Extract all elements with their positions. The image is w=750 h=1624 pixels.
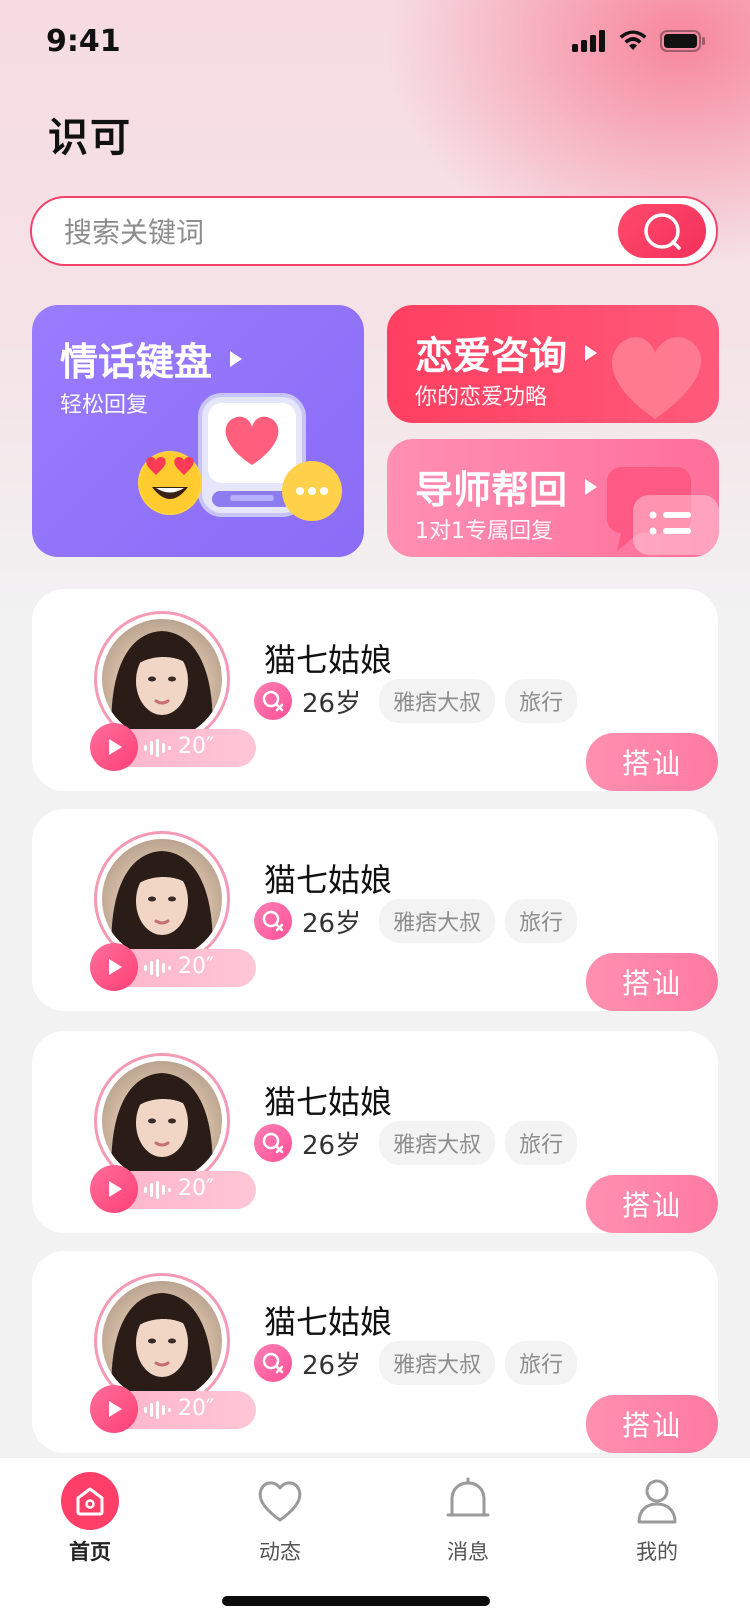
profile-name: 猫七姑娘 <box>264 641 393 679</box>
play-icon[interactable] <box>90 943 138 991</box>
profile-card[interactable]: 20″ 猫七姑娘 26岁 雅痞大叔 旅行 搭讪 <box>32 1031 718 1233</box>
love-consult-card[interactable]: 恋爱咨询 你的恋爱功略 <box>387 305 719 423</box>
voice-duration: 20″ <box>178 1176 215 1201</box>
tab-label: 首页 <box>69 1540 111 1564</box>
home-indicator[interactable] <box>222 1596 490 1606</box>
profile-name: 猫七姑娘 <box>264 861 393 899</box>
female-icon <box>254 902 292 940</box>
avatar-photo <box>102 1061 222 1181</box>
sound-wave-icon <box>144 959 171 977</box>
profile-meta: 26岁 雅痞大叔 旅行 <box>254 1121 578 1165</box>
page-title: 识可 <box>48 115 132 161</box>
sound-wave-icon <box>144 739 171 757</box>
female-icon <box>254 682 292 720</box>
play-icon[interactable] <box>90 723 138 771</box>
profile-tag: 旅行 <box>505 1121 578 1165</box>
card-title-text: 导师帮回 <box>415 468 568 512</box>
profile-card[interactable]: 20″ 猫七姑娘 26岁 雅痞大叔 旅行 搭讪 <box>32 589 718 791</box>
chat-up-button[interactable]: 搭讪 <box>586 1175 718 1233</box>
heart-illustration-icon <box>612 337 702 419</box>
chat-up-button[interactable]: 搭讪 <box>586 953 718 1011</box>
tab-label: 消息 <box>447 1540 489 1564</box>
card-title: 导师帮回 <box>415 459 598 514</box>
profile-age: 26岁 <box>302 688 362 719</box>
profile-card[interactable]: 20″ 猫七姑娘 26岁 雅痞大叔 旅行 搭讪 <box>32 809 718 1011</box>
voice-duration: 20″ <box>178 954 215 979</box>
arrow-right-icon <box>585 344 598 361</box>
battery-icon <box>660 30 705 52</box>
profile-age: 26岁 <box>302 1130 362 1161</box>
female-icon <box>254 1124 292 1162</box>
profile-meta: 26岁 雅痞大叔 旅行 <box>254 1341 578 1385</box>
phone-heart-illustration-icon <box>138 393 342 521</box>
profile-tag: 雅痞大叔 <box>379 679 496 723</box>
tab-home[interactable]: 首页 <box>30 1472 150 1566</box>
profile-name: 猫七姑娘 <box>264 1083 393 1121</box>
voice-intro[interactable]: 20″ <box>90 1385 256 1433</box>
arrow-right-icon <box>230 350 243 367</box>
status-bar: 9:41 <box>0 0 750 90</box>
profile-tag: 雅痞大叔 <box>379 1121 496 1165</box>
tab-messages[interactable]: 消息 <box>408 1472 528 1566</box>
voice-intro[interactable]: 20″ <box>90 943 256 991</box>
search-button[interactable] <box>618 204 706 258</box>
sound-wave-icon <box>144 1181 171 1199</box>
avatar-photo <box>102 619 222 739</box>
profile-tag: 旅行 <box>505 1341 578 1385</box>
user-icon <box>628 1472 686 1530</box>
tab-profile[interactable]: 我的 <box>597 1472 717 1566</box>
arrow-right-icon <box>585 478 598 495</box>
search-icon <box>644 213 681 250</box>
play-icon[interactable] <box>90 1165 138 1213</box>
tab-moments[interactable]: 动态 <box>220 1472 340 1566</box>
profile-tag: 雅痞大叔 <box>379 899 496 943</box>
profile-age: 26岁 <box>302 908 362 939</box>
voice-intro[interactable]: 20″ <box>90 1165 256 1213</box>
chat-bubble-illustration-icon <box>607 467 719 555</box>
voice-duration: 20″ <box>178 1396 215 1421</box>
profile-name: 猫七姑娘 <box>264 1303 393 1341</box>
profile-age: 26岁 <box>302 1350 362 1381</box>
card-title-text: 恋爱咨询 <box>415 334 568 378</box>
card-subtitle: 你的恋爱功略 <box>415 385 548 410</box>
sound-wave-icon <box>144 1401 171 1419</box>
chat-up-button[interactable]: 搭讪 <box>586 733 718 791</box>
voice-duration: 20″ <box>178 734 215 759</box>
search-input[interactable] <box>62 198 626 266</box>
card-title: 恋爱咨询 <box>415 325 598 380</box>
card-subtitle: 1对1专属回复 <box>415 519 553 544</box>
chat-up-button[interactable]: 搭讪 <box>586 1395 718 1453</box>
avatar-photo <box>102 1281 222 1401</box>
signal-icon <box>572 30 605 52</box>
profile-tag: 雅痞大叔 <box>379 1341 496 1385</box>
profile-card[interactable]: 20″ 猫七姑娘 26岁 雅痞大叔 旅行 搭讪 <box>32 1251 718 1453</box>
avatar-photo <box>102 839 222 959</box>
profile-meta: 26岁 雅痞大叔 旅行 <box>254 679 578 723</box>
mentor-reply-card[interactable]: 导师帮回 1对1专属回复 <box>387 439 719 557</box>
profile-meta: 26岁 雅痞大叔 旅行 <box>254 899 578 943</box>
home-icon <box>61 1472 119 1530</box>
profile-tag: 旅行 <box>505 899 578 943</box>
profile-tag: 旅行 <box>505 679 578 723</box>
card-title-text: 情话键盘 <box>60 340 213 384</box>
card-title: 情话键盘 <box>60 331 243 386</box>
bell-icon <box>439 1472 497 1530</box>
play-icon[interactable] <box>90 1385 138 1433</box>
status-icons <box>572 30 706 52</box>
voice-intro[interactable]: 20″ <box>90 723 256 771</box>
heart-icon <box>251 1472 309 1530</box>
love-keyboard-card[interactable]: 情话键盘 轻松回复 <box>32 305 364 557</box>
tab-label: 动态 <box>259 1540 301 1564</box>
female-icon <box>254 1344 292 1382</box>
wifi-icon <box>619 30 647 50</box>
tab-label: 我的 <box>636 1540 678 1564</box>
search-bar <box>30 196 718 266</box>
status-time: 9:41 <box>46 24 121 59</box>
